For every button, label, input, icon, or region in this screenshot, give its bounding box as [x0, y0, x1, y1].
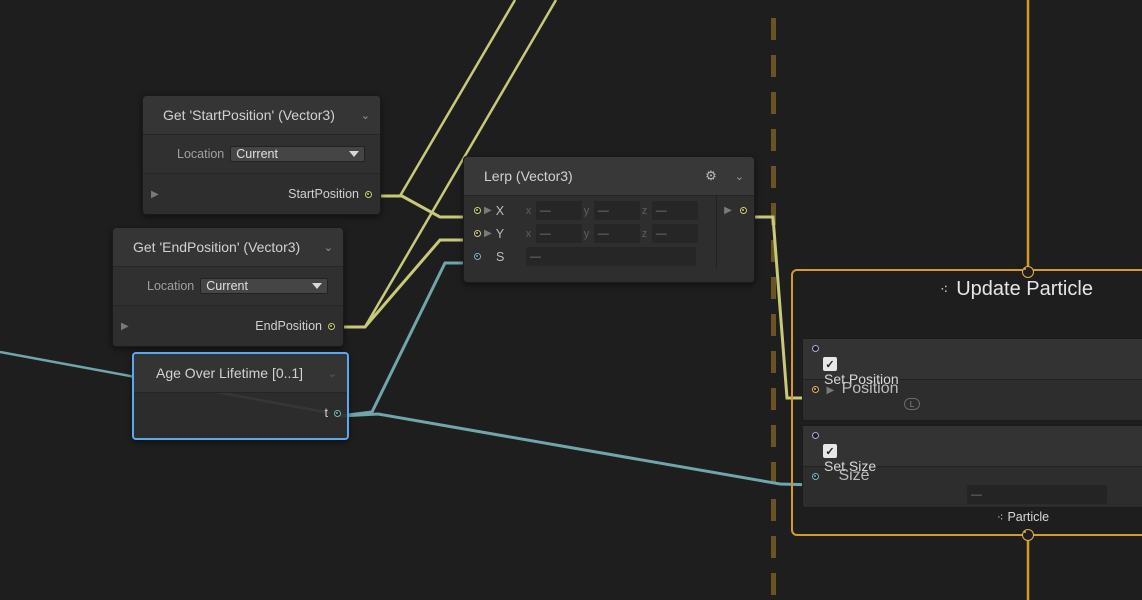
wire-t-to-size	[339, 412, 817, 487]
z-field[interactable]: —	[651, 201, 698, 220]
input-port[interactable]	[474, 253, 481, 260]
graph-canvas[interactable]: Get 'StartPosition' (Vector3) ⌄ Location…	[0, 0, 1142, 600]
context-title-text: Update Particle	[956, 278, 1093, 300]
x-label: x	[525, 227, 532, 240]
local-space-badge[interactable]: L	[904, 398, 920, 410]
node-title: Get 'StartPosition' (Vector3)	[163, 107, 335, 123]
set-position-block[interactable]: ✓ Set Position ▶ Position L	[802, 338, 1142, 421]
node-header[interactable]: Get 'EndPosition' (Vector3) ⌄	[113, 228, 343, 267]
input-port[interactable]	[474, 207, 481, 214]
expand-triangle-icon[interactable]: ▶	[121, 321, 129, 332]
expand-triangle-icon[interactable]: ▶	[724, 205, 732, 216]
x-field[interactable]: —	[535, 201, 582, 220]
input-label: S	[496, 249, 505, 264]
block-activation-port[interactable]	[812, 345, 819, 352]
dropdown-arrow-icon	[312, 283, 323, 289]
input-row-y: ▶ Y x — y — z —	[464, 222, 716, 245]
age-over-lifetime-node[interactable]: Age Over Lifetime [0..1] ⌄ t	[132, 352, 349, 440]
z-label: z	[641, 204, 648, 217]
expand-triangle-icon[interactable]: ▶	[151, 189, 159, 200]
context-title: ⁖ Update Particle	[940, 278, 1093, 301]
param-label: Size	[838, 467, 870, 484]
dropdown-arrow-icon	[349, 151, 360, 157]
context-footer-text: Particle	[1007, 510, 1050, 524]
location-label: Location	[177, 147, 225, 161]
param-label: Position	[841, 380, 899, 397]
chevron-down-icon[interactable]: ⌄	[361, 109, 370, 122]
output-label: t	[324, 406, 328, 420]
settings-gear-icon[interactable]: ⚙	[705, 168, 717, 184]
particle-icon: ⁖	[940, 281, 949, 297]
expand-triangle-icon[interactable]: ▶	[484, 205, 492, 216]
position-input-port[interactable]	[812, 386, 819, 393]
x-field[interactable]: —	[535, 224, 582, 243]
wire-t-to-s	[339, 261, 475, 418]
input-port[interactable]	[474, 230, 481, 237]
z-field[interactable]: —	[651, 224, 698, 243]
location-label: Location	[147, 279, 195, 293]
get-startposition-node[interactable]: Get 'StartPosition' (Vector3) ⌄ Location…	[142, 95, 381, 215]
node-title: Get 'EndPosition' (Vector3)	[133, 239, 301, 255]
chevron-down-icon[interactable]: ⌄	[328, 367, 337, 380]
block-activation-port[interactable]	[812, 432, 819, 439]
location-dropdown[interactable]: Current	[230, 146, 366, 162]
wire-end-to-y	[334, 238, 470, 329]
y-field[interactable]: —	[593, 201, 640, 220]
expand-triangle-icon[interactable]: ▶	[826, 385, 834, 396]
lerp-node[interactable]: Lerp (Vector3) ⚙ ⌄ ▶ X x — y — z — ▶ Y x…	[463, 156, 755, 283]
input-label: X	[495, 203, 505, 218]
set-size-block[interactable]: ✓ Set Size Size —	[802, 425, 1142, 508]
output-port[interactable]	[739, 207, 747, 214]
z-label: z	[641, 227, 648, 240]
enable-checkbox[interactable]: ✓	[823, 357, 837, 371]
chevron-down-icon[interactable]: ⌄	[735, 170, 744, 183]
node-header[interactable]: Age Over Lifetime [0..1] ⌄	[134, 354, 347, 393]
chevron-down-icon[interactable]: ⌄	[324, 241, 333, 254]
node-header[interactable]: Lerp (Vector3) ⚙ ⌄	[464, 157, 754, 196]
flow-input-port[interactable]	[1022, 266, 1034, 278]
location-value: Current	[236, 147, 278, 161]
expand-triangle-icon[interactable]: ▶	[484, 228, 492, 239]
node-header[interactable]: Get 'StartPosition' (Vector3) ⌄	[143, 96, 380, 135]
size-input-port[interactable]	[812, 473, 819, 480]
size-field[interactable]: —	[967, 485, 1107, 504]
context-footer: ⁖ Particle	[997, 510, 1049, 524]
input-label: Y	[495, 226, 505, 241]
output-port[interactable]	[328, 322, 335, 330]
y-field[interactable]: —	[593, 224, 640, 243]
s-field[interactable]: —	[526, 247, 696, 266]
wire-start-to-x	[372, 194, 470, 219]
get-endposition-node[interactable]: Get 'EndPosition' (Vector3) ⌄ Location C…	[112, 227, 344, 347]
input-row-s: S —	[464, 245, 716, 268]
output-port[interactable]	[365, 190, 372, 198]
input-row-x: ▶ X x — y — z —	[464, 199, 716, 222]
x-label: x	[525, 204, 532, 217]
y-label: y	[583, 204, 590, 217]
particle-icon: ⁖	[997, 511, 1004, 524]
node-title: Lerp (Vector3)	[484, 168, 573, 184]
output-label: EndPosition	[255, 319, 322, 333]
y-label: y	[583, 227, 590, 240]
location-dropdown[interactable]: Current	[200, 278, 329, 294]
output-port[interactable]	[334, 409, 341, 417]
location-value: Current	[206, 279, 248, 293]
node-title: Age Over Lifetime [0..1]	[156, 365, 304, 381]
output-label: StartPosition	[288, 187, 359, 201]
enable-checkbox[interactable]: ✓	[823, 444, 837, 458]
flow-output-port[interactable]	[1022, 529, 1034, 541]
